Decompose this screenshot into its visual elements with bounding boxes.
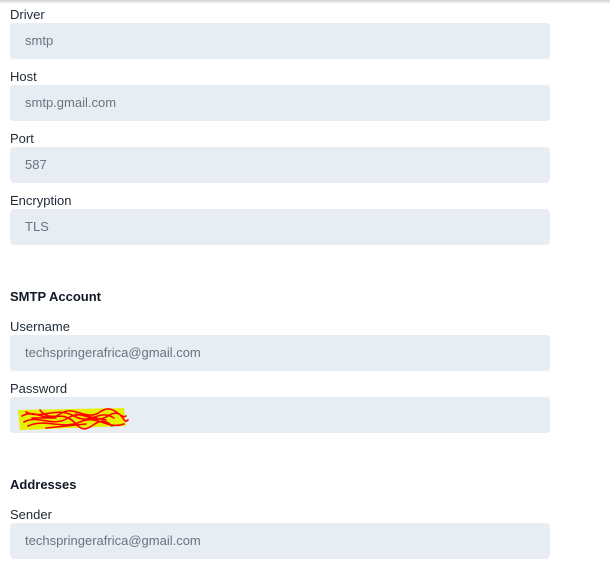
username-field[interactable] bbox=[10, 335, 550, 371]
host-field[interactable] bbox=[10, 85, 550, 121]
port-label: Port bbox=[10, 131, 34, 146]
smtp-account-heading: SMTP Account bbox=[10, 289, 102, 304]
host-label: Host bbox=[10, 69, 37, 84]
top-shadow bbox=[0, 0, 610, 4]
mail-settings-page: Driver Host Port Encryption SMTP Account… bbox=[0, 0, 610, 579]
encryption-label: Encryption bbox=[10, 193, 72, 208]
sender-field[interactable] bbox=[10, 523, 550, 559]
sender-label: Sender bbox=[10, 507, 52, 522]
username-label: Username bbox=[10, 319, 70, 334]
redaction-scribble bbox=[18, 408, 129, 430]
port-field[interactable] bbox=[10, 147, 550, 183]
encryption-field[interactable] bbox=[10, 209, 550, 245]
addresses-heading: Addresses bbox=[10, 477, 77, 492]
password-label: Password bbox=[10, 381, 68, 396]
driver-field[interactable] bbox=[10, 23, 550, 59]
driver-label: Driver bbox=[10, 7, 45, 22]
